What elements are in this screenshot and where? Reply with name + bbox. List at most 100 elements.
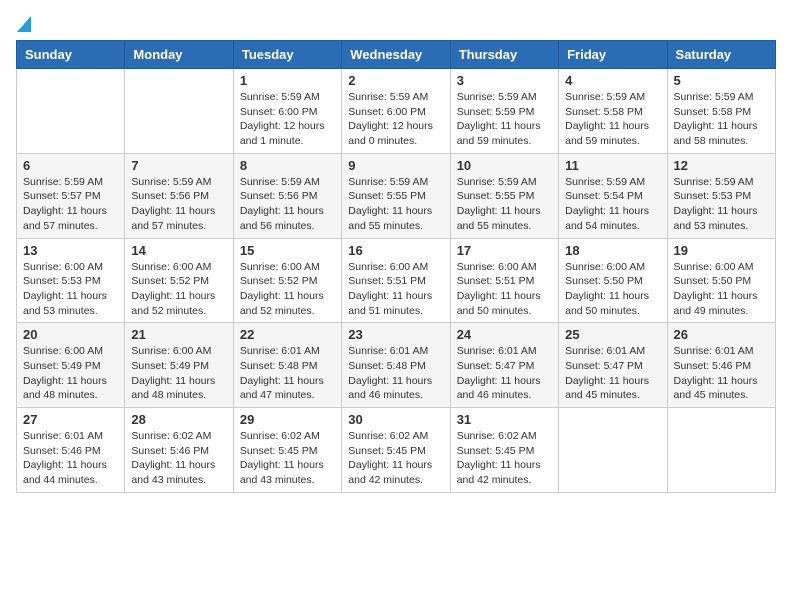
day-info: Sunrise: 6:02 AM Sunset: 5:45 PM Dayligh… — [348, 429, 443, 488]
day-number: 17 — [457, 243, 552, 258]
day-number: 18 — [565, 243, 660, 258]
day-info: Sunrise: 6:01 AM Sunset: 5:46 PM Dayligh… — [674, 344, 769, 403]
calendar-cell — [125, 69, 233, 154]
calendar-cell: 7 Sunrise: 5:59 AM Sunset: 5:56 PM Daylig… — [125, 153, 233, 238]
calendar-cell: 21 Sunrise: 6:00 AM Sunset: 5:49 PM Dayli… — [125, 323, 233, 408]
weekday-header-wednesday: Wednesday — [342, 41, 450, 69]
day-info: Sunrise: 5:59 AM Sunset: 5:53 PM Dayligh… — [674, 175, 769, 234]
day-info: Sunrise: 5:59 AM Sunset: 5:55 PM Dayligh… — [348, 175, 443, 234]
day-number: 13 — [23, 243, 118, 258]
day-number: 15 — [240, 243, 335, 258]
calendar-cell: 19 Sunrise: 6:00 AM Sunset: 5:50 PM Dayli… — [667, 238, 775, 323]
logo — [16, 16, 32, 28]
calendar-cell: 31 Sunrise: 6:02 AM Sunset: 5:45 PM Dayli… — [450, 408, 558, 493]
weekday-header-sunday: Sunday — [17, 41, 125, 69]
weekday-header-row: SundayMondayTuesdayWednesdayThursdayFrid… — [17, 41, 776, 69]
day-info: Sunrise: 6:02 AM Sunset: 5:46 PM Dayligh… — [131, 429, 226, 488]
day-number: 23 — [348, 327, 443, 342]
calendar-cell: 4 Sunrise: 5:59 AM Sunset: 5:58 PM Daylig… — [559, 69, 667, 154]
calendar-cell — [559, 408, 667, 493]
day-number: 24 — [457, 327, 552, 342]
day-info: Sunrise: 5:59 AM Sunset: 5:59 PM Dayligh… — [457, 90, 552, 149]
calendar-cell: 1 Sunrise: 5:59 AM Sunset: 6:00 PM Daylig… — [233, 69, 341, 154]
calendar-cell: 24Sunrise: 6:01 AM Sunset: 5:47 PM Dayli… — [450, 323, 558, 408]
day-info: Sunrise: 5:59 AM Sunset: 5:55 PM Dayligh… — [457, 175, 552, 234]
calendar-cell: 8 Sunrise: 5:59 AM Sunset: 5:56 PM Daylig… — [233, 153, 341, 238]
calendar-cell: 5 Sunrise: 5:59 AM Sunset: 5:58 PM Daylig… — [667, 69, 775, 154]
day-number: 21 — [131, 327, 226, 342]
day-number: 31 — [457, 412, 552, 427]
day-info: Sunrise: 6:00 AM Sunset: 5:52 PM Dayligh… — [131, 260, 226, 319]
day-info: Sunrise: 6:01 AM Sunset: 5:48 PM Dayligh… — [240, 344, 335, 403]
calendar-cell: 18 Sunrise: 6:00 AM Sunset: 5:50 PM Dayli… — [559, 238, 667, 323]
calendar-cell: 16 Sunrise: 6:00 AM Sunset: 5:51 PM Dayli… — [342, 238, 450, 323]
calendar-cell: 12 Sunrise: 5:59 AM Sunset: 5:53 PM Dayli… — [667, 153, 775, 238]
day-info: Sunrise: 5:59 AM Sunset: 5:58 PM Dayligh… — [565, 90, 660, 149]
weekday-header-monday: Monday — [125, 41, 233, 69]
week-row-5: 27 Sunrise: 6:01 AM Sunset: 5:46 PM Dayli… — [17, 408, 776, 493]
calendar-cell: 6Sunrise: 5:59 AM Sunset: 5:57 PM Daylig… — [17, 153, 125, 238]
day-info: Sunrise: 6:00 AM Sunset: 5:51 PM Dayligh… — [457, 260, 552, 319]
day-info: Sunrise: 5:59 AM Sunset: 5:54 PM Dayligh… — [565, 175, 660, 234]
day-number: 3 — [457, 73, 552, 88]
calendar-cell: 14Sunrise: 6:00 AM Sunset: 5:52 PM Dayli… — [125, 238, 233, 323]
day-info: Sunrise: 5:59 AM Sunset: 5:56 PM Dayligh… — [240, 175, 335, 234]
day-info: Sunrise: 5:59 AM Sunset: 5:57 PM Dayligh… — [23, 175, 118, 234]
calendar-cell: 22 Sunrise: 6:01 AM Sunset: 5:48 PM Dayli… — [233, 323, 341, 408]
day-info: Sunrise: 6:00 AM Sunset: 5:53 PM Dayligh… — [23, 260, 118, 319]
week-row-4: 20 Sunrise: 6:00 AM Sunset: 5:49 PM Dayli… — [17, 323, 776, 408]
calendar-cell: 2 Sunrise: 5:59 AM Sunset: 6:00 PM Daylig… — [342, 69, 450, 154]
calendar-cell: 23 Sunrise: 6:01 AM Sunset: 5:48 PM Dayli… — [342, 323, 450, 408]
day-number: 22 — [240, 327, 335, 342]
day-number: 25 — [565, 327, 660, 342]
day-number: 1 — [240, 73, 335, 88]
day-number: 11 — [565, 158, 660, 173]
day-number: 5 — [674, 73, 769, 88]
day-info: Sunrise: 6:01 AM Sunset: 5:46 PM Dayligh… — [23, 429, 118, 488]
day-info: Sunrise: 6:00 AM Sunset: 5:52 PM Dayligh… — [240, 260, 335, 319]
logo-triangle-icon — [17, 16, 31, 32]
day-number: 28 — [131, 412, 226, 427]
day-info: Sunrise: 5:59 AM Sunset: 6:00 PM Dayligh… — [348, 90, 443, 149]
weekday-header-thursday: Thursday — [450, 41, 558, 69]
day-info: Sunrise: 5:59 AM Sunset: 5:58 PM Dayligh… — [674, 90, 769, 149]
calendar-cell: 13 Sunrise: 6:00 AM Sunset: 5:53 PM Dayli… — [17, 238, 125, 323]
calendar-cell: 28 Sunrise: 6:02 AM Sunset: 5:46 PM Dayli… — [125, 408, 233, 493]
day-number: 4 — [565, 73, 660, 88]
week-row-1: 1 Sunrise: 5:59 AM Sunset: 6:00 PM Daylig… — [17, 69, 776, 154]
calendar-cell: 3 Sunrise: 5:59 AM Sunset: 5:59 PM Daylig… — [450, 69, 558, 154]
day-info: Sunrise: 6:00 AM Sunset: 5:49 PM Dayligh… — [131, 344, 226, 403]
day-number: 8 — [240, 158, 335, 173]
calendar: SundayMondayTuesdayWednesdayThursdayFrid… — [16, 40, 776, 493]
day-number: 29 — [240, 412, 335, 427]
calendar-cell: 17 Sunrise: 6:00 AM Sunset: 5:51 PM Dayli… — [450, 238, 558, 323]
calendar-cell: 20 Sunrise: 6:00 AM Sunset: 5:49 PM Dayli… — [17, 323, 125, 408]
week-row-2: 6Sunrise: 5:59 AM Sunset: 5:57 PM Daylig… — [17, 153, 776, 238]
day-number: 19 — [674, 243, 769, 258]
day-info: Sunrise: 6:00 AM Sunset: 5:50 PM Dayligh… — [674, 260, 769, 319]
day-number: 10 — [457, 158, 552, 173]
calendar-cell: 10 Sunrise: 5:59 AM Sunset: 5:55 PM Dayli… — [450, 153, 558, 238]
day-number: 30 — [348, 412, 443, 427]
day-number: 16 — [348, 243, 443, 258]
weekday-header-tuesday: Tuesday — [233, 41, 341, 69]
day-number: 12 — [674, 158, 769, 173]
day-number: 9 — [348, 158, 443, 173]
calendar-cell: 29 Sunrise: 6:02 AM Sunset: 5:45 PM Dayli… — [233, 408, 341, 493]
day-info: Sunrise: 6:00 AM Sunset: 5:50 PM Dayligh… — [565, 260, 660, 319]
day-info: Sunrise: 6:00 AM Sunset: 5:49 PM Dayligh… — [23, 344, 118, 403]
day-info: Sunrise: 6:02 AM Sunset: 5:45 PM Dayligh… — [457, 429, 552, 488]
calendar-cell: 27 Sunrise: 6:01 AM Sunset: 5:46 PM Dayli… — [17, 408, 125, 493]
calendar-cell: 9 Sunrise: 5:59 AM Sunset: 5:55 PM Daylig… — [342, 153, 450, 238]
day-info: Sunrise: 6:00 AM Sunset: 5:51 PM Dayligh… — [348, 260, 443, 319]
day-number: 26 — [674, 327, 769, 342]
day-number: 7 — [131, 158, 226, 173]
day-number: 2 — [348, 73, 443, 88]
calendar-cell: 25Sunrise: 6:01 AM Sunset: 5:47 PM Dayli… — [559, 323, 667, 408]
day-info: Sunrise: 5:59 AM Sunset: 6:00 PM Dayligh… — [240, 90, 335, 149]
day-info: Sunrise: 6:01 AM Sunset: 5:48 PM Dayligh… — [348, 344, 443, 403]
day-info: Sunrise: 5:59 AM Sunset: 5:56 PM Dayligh… — [131, 175, 226, 234]
day-info: Sunrise: 6:02 AM Sunset: 5:45 PM Dayligh… — [240, 429, 335, 488]
day-number: 20 — [23, 327, 118, 342]
day-number: 27 — [23, 412, 118, 427]
